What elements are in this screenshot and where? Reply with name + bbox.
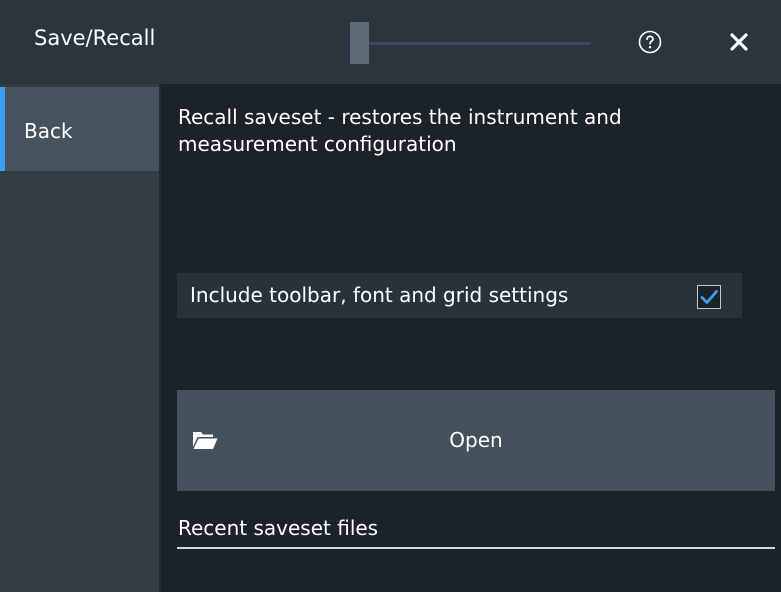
transparency-slider-handle[interactable] (350, 22, 369, 64)
transparency-slider-track[interactable] (369, 42, 591, 45)
checkmark-icon (700, 290, 718, 304)
sidebar-item-back[interactable]: Back (0, 87, 159, 171)
include-settings-checkbox[interactable] (697, 285, 721, 309)
title-bar: Save/Recall (0, 0, 781, 84)
sidebar-divider (159, 84, 161, 592)
include-settings-row[interactable]: Include toolbar, font and grid settings (177, 273, 742, 318)
selection-indicator (0, 87, 5, 171)
include-settings-label: Include toolbar, font and grid settings (190, 283, 569, 307)
open-button[interactable]: Open (177, 390, 775, 491)
window-title: Save/Recall (34, 26, 156, 50)
open-button-label: Open (449, 428, 503, 452)
close-icon[interactable] (729, 32, 749, 52)
recent-files-heading: Recent saveset files (178, 516, 379, 540)
recall-description: Recall saveset - restores the instrument… (178, 105, 622, 156)
help-circle-icon[interactable] (638, 30, 662, 54)
sidebar-item-label: Back (24, 119, 73, 143)
recent-files-divider (177, 547, 775, 549)
